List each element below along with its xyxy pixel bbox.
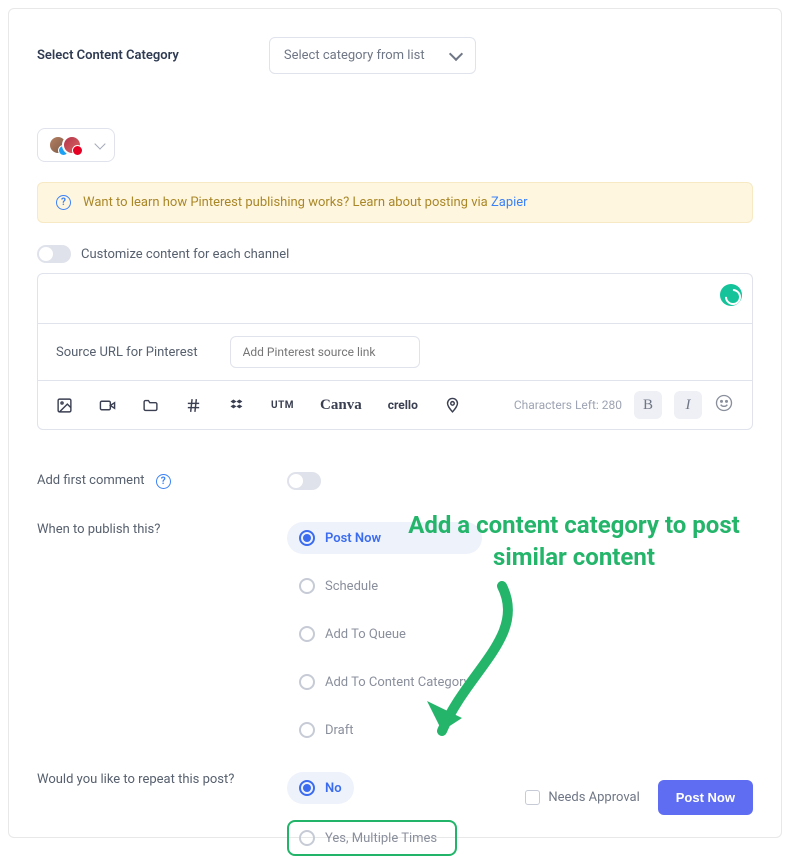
source-label: Source URL for Pinterest (56, 345, 198, 360)
category-select-placeholder: Select category from list (284, 48, 425, 63)
needs-approval-checkbox[interactable]: Needs Approval (525, 790, 639, 805)
radio-icon (299, 530, 315, 546)
category-row: Select Content Category Select category … (37, 37, 753, 74)
publish-option-content-category[interactable]: Add To Content Category (287, 666, 482, 698)
publish-option-schedule[interactable]: Schedule (287, 570, 482, 602)
italic-button[interactable]: I (674, 391, 702, 419)
footer-actions: Needs Approval Post Now (525, 780, 753, 815)
info-banner-text: Want to learn how Pinterest publishing w… (83, 195, 528, 210)
help-icon: ? (56, 195, 71, 210)
folder-icon[interactable] (142, 397, 159, 414)
radio-icon (299, 578, 315, 594)
pinterest-badge-icon (72, 145, 83, 156)
repeat-option-yes[interactable]: Yes, Multiple Times (287, 820, 457, 856)
repeat-label: Would you like to repeat this post? (37, 772, 234, 787)
content-editor[interactable] (37, 273, 753, 323)
help-icon[interactable]: ? (156, 474, 171, 489)
radio-icon (299, 722, 315, 738)
repeat-option-no[interactable]: No (287, 772, 354, 804)
radio-icon (299, 674, 315, 690)
avatar (62, 135, 82, 155)
account-avatars (48, 135, 82, 155)
post-now-button[interactable]: Post Now (658, 780, 753, 815)
accounts-selector[interactable] (37, 128, 115, 162)
emoji-button[interactable] (714, 393, 734, 418)
grammarly-icon[interactable] (720, 284, 742, 306)
chevron-down-icon (449, 46, 463, 60)
utm-button[interactable]: UTM (271, 400, 294, 411)
category-label: Select Content Category (37, 48, 179, 63)
location-icon[interactable] (444, 397, 461, 414)
crello-button[interactable]: crello (388, 398, 418, 412)
checkbox-icon (525, 790, 540, 805)
canva-button[interactable]: Canva (320, 397, 362, 414)
annotation-callout: Add a content category to post similar c… (389, 509, 759, 574)
radio-icon (299, 830, 315, 846)
dropbox-icon[interactable] (228, 397, 245, 414)
customize-toggle[interactable] (37, 245, 71, 263)
image-icon[interactable] (56, 397, 73, 414)
publish-option-queue[interactable]: Add To Queue (287, 618, 482, 650)
first-comment-toggle[interactable] (287, 472, 321, 490)
radio-icon (299, 780, 315, 796)
editor-toolbar: UTM Canva crello Characters Left: 280 B … (37, 380, 753, 430)
first-comment-label: Add first comment (37, 473, 145, 488)
composer-card: Select Content Category Select category … (8, 8, 782, 838)
pinterest-source-row: Source URL for Pinterest (37, 323, 753, 380)
category-select[interactable]: Select category from list (269, 37, 476, 74)
pinterest-info-banner: ? Want to learn how Pinterest publishing… (37, 182, 753, 223)
publish-option-draft[interactable]: Draft (287, 714, 482, 746)
chevron-down-icon (94, 138, 105, 149)
customize-toggle-label: Customize content for each channel (81, 247, 289, 262)
zapier-link[interactable]: Zapier (491, 195, 528, 210)
char-counter: Characters Left: 280 (514, 398, 622, 412)
customize-toggle-row: Customize content for each channel (37, 245, 753, 263)
radio-icon (299, 626, 315, 642)
video-icon[interactable] (99, 397, 116, 414)
pinterest-source-input[interactable] (230, 336, 420, 368)
bold-button[interactable]: B (634, 391, 662, 419)
hashtag-icon[interactable] (185, 397, 202, 414)
publish-when-label: When to publish this? (37, 522, 160, 537)
first-comment-row: Add first comment ? (37, 472, 753, 490)
